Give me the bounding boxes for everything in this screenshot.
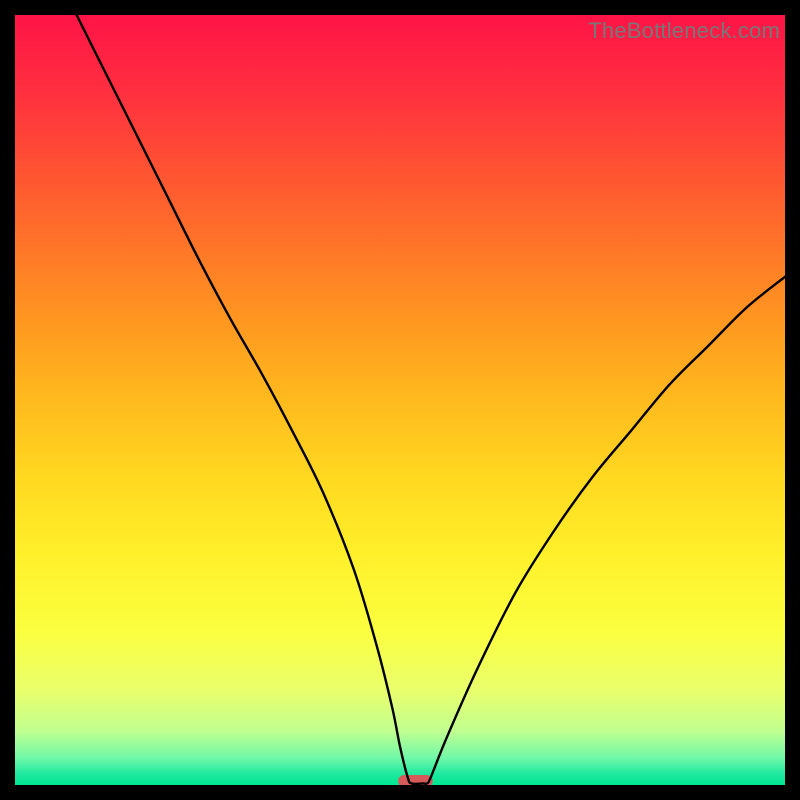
watermark-text: TheBottleneck.com: [588, 18, 780, 44]
plot-area: [15, 15, 785, 785]
chart-svg: [15, 15, 785, 785]
chart-container: TheBottleneck.com: [0, 0, 800, 800]
gradient-background: [15, 15, 785, 785]
